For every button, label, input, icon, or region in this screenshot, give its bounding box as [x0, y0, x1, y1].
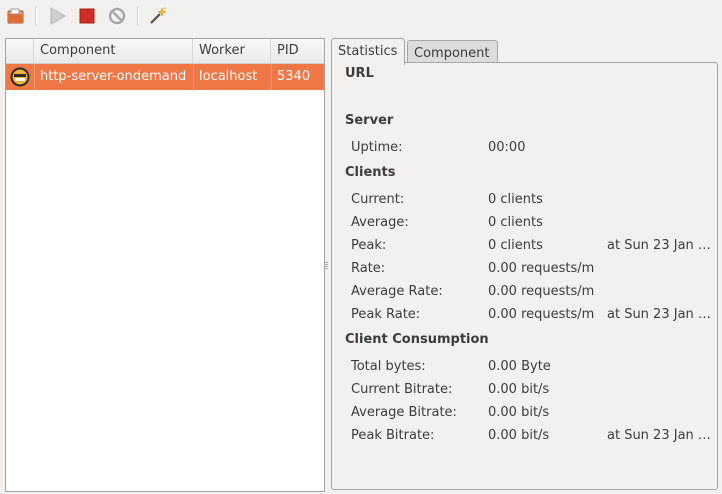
pid-value: 5340	[277, 69, 311, 84]
client-consumption-heading: Client Consumption	[345, 332, 489, 347]
stop-button[interactable]	[76, 5, 98, 27]
worker-name: localhost	[199, 69, 258, 84]
play-icon	[50, 7, 66, 25]
average-clients-value: 0 clients	[488, 215, 543, 230]
stop-icon	[79, 8, 95, 24]
magic-wand-icon	[150, 7, 167, 24]
current-bitrate-value: 0.00 bit/s	[488, 382, 550, 397]
average-rate-label: Average Rate:	[351, 284, 443, 299]
total-bytes-label: Total bytes:	[351, 359, 426, 374]
clients-heading: Clients	[345, 165, 396, 180]
toolbar-separator	[35, 6, 37, 26]
column-header-worker[interactable]: Worker	[193, 39, 271, 63]
average-bitrate-label: Average Bitrate:	[351, 405, 457, 420]
peak-bitrate-label: Peak Bitrate:	[351, 428, 435, 443]
component-cell-icon	[9, 64, 35, 90]
current-clients-value: 0 clients	[488, 192, 543, 207]
pane-splitter-handle[interactable]	[325, 262, 328, 270]
disable-button[interactable]	[106, 5, 128, 27]
total-bytes-value: 0.00 Byte	[488, 359, 551, 374]
uptime-value: 00:00	[488, 140, 526, 155]
rate-label: Rate:	[351, 261, 386, 276]
component-list[interactable]: Component Worker PID http-server-ondeman…	[5, 38, 325, 492]
wizard-button[interactable]	[147, 5, 169, 27]
server-heading: Server	[345, 113, 394, 128]
open-icon	[7, 8, 24, 24]
column-header-pid[interactable]: PID	[271, 39, 324, 63]
peak-clients-value: 0 clients	[488, 238, 543, 253]
component-name: http-server-ondemand	[40, 69, 187, 84]
peak-bitrate-value: 0.00 bit/s	[488, 428, 550, 443]
peak-rate-label: Peak Rate:	[351, 307, 421, 322]
toolbar	[0, 0, 722, 32]
disable-icon	[108, 7, 126, 25]
component-status-icon	[10, 67, 30, 87]
peak-clients-time: at Sun 23 Jan 2011 12:00:00 PM	[607, 238, 713, 253]
list-header: Component Worker PID	[6, 39, 324, 64]
average-bitrate-value: 0.00 bit/s	[488, 405, 550, 420]
peak-clients-label: Peak:	[351, 238, 387, 253]
peak-bitrate-time: at Sun 23 Jan 2011 12:00:00 PM	[607, 428, 713, 443]
column-header-icon[interactable]	[6, 39, 34, 63]
column-header-component[interactable]: Component	[34, 39, 193, 63]
toolbar-separator	[137, 6, 139, 26]
tab-statistics[interactable]: Statistics	[331, 38, 405, 65]
current-clients-label: Current:	[351, 192, 405, 207]
open-button[interactable]	[5, 5, 27, 27]
url-heading: URL	[345, 66, 374, 81]
rate-value: 0.00 requests/m	[488, 261, 595, 276]
current-bitrate-label: Current Bitrate:	[351, 382, 453, 397]
average-rate-value: 0.00 requests/m	[488, 284, 595, 299]
average-clients-label: Average:	[351, 215, 409, 230]
uptime-label: Uptime:	[351, 140, 403, 155]
start-button[interactable]	[46, 5, 68, 27]
table-row[interactable]: http-server-ondemand localhost 5340	[6, 64, 324, 90]
peak-rate-time: at Sun 23 Jan 2011 12:00:00 PM	[607, 307, 713, 322]
peak-rate-value: 0.00 requests/m	[488, 307, 595, 322]
